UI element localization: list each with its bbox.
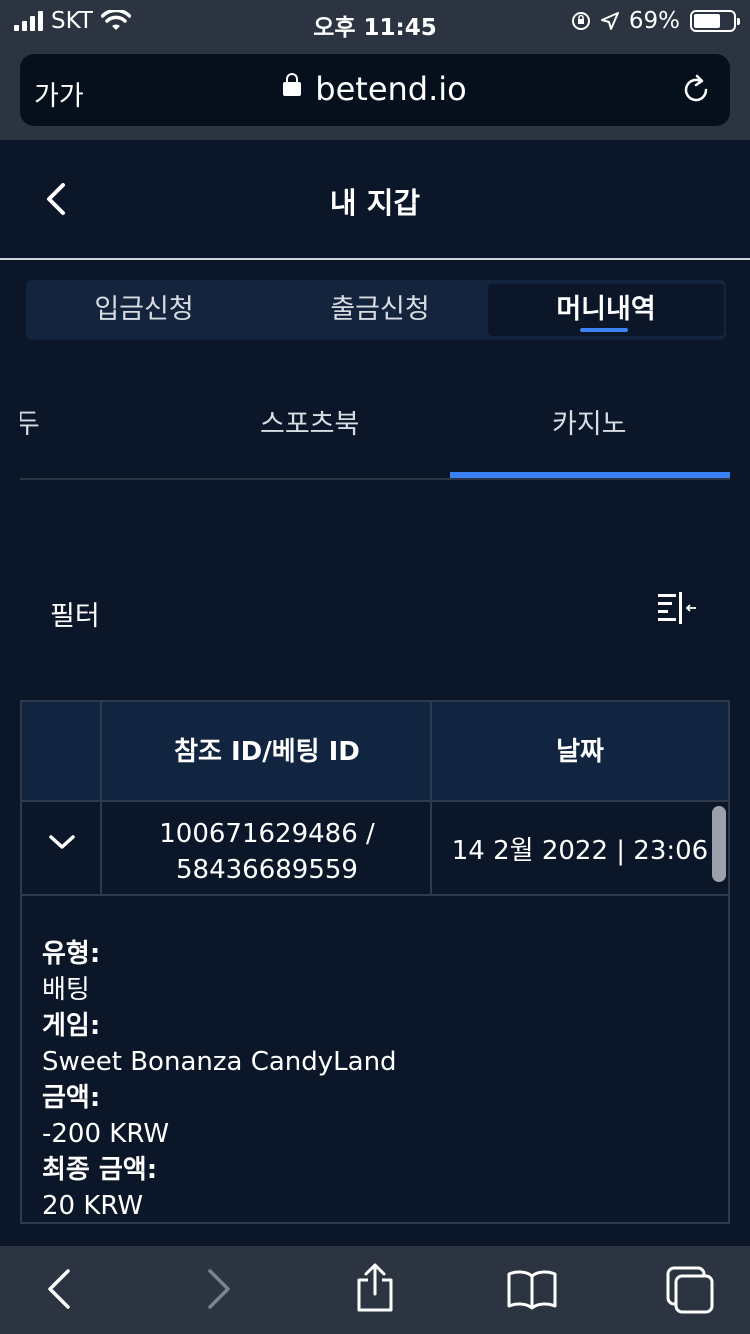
game-label: 게임: xyxy=(42,1011,101,1041)
subtab-casino[interactable]: 카지노 xyxy=(552,402,627,441)
subtab-all[interactable]: 모두 xyxy=(20,402,40,441)
tab-money-history[interactable]: 머니내역 xyxy=(488,284,724,336)
active-tab-indicator xyxy=(580,328,628,332)
filter-collapse-icon[interactable] xyxy=(656,590,700,630)
history-subtabs: 모두 스포츠북 카지노 xyxy=(20,380,730,480)
reload-icon[interactable] xyxy=(680,74,712,106)
subtab-sportsbook[interactable]: 스포츠북 xyxy=(260,402,359,441)
tab-money-history-label: 머니내역 xyxy=(556,294,656,325)
ref-bet-id-cell: 100671629486 / 58436689559 xyxy=(102,816,432,888)
page-title: 내 지갑 xyxy=(329,186,421,220)
browser-toolbar xyxy=(0,1246,750,1334)
final-amount-label: 최종 금액: xyxy=(42,1155,158,1185)
lock-icon xyxy=(283,73,302,96)
row-detail: 유형: 배팅 게임: Sweet Bonanza CandyLand 금액: -… xyxy=(42,936,397,1222)
battery-percent: 69% xyxy=(628,8,680,34)
amount-label: 금액: xyxy=(42,1083,101,1113)
table-header: 참조 ID/베팅 ID 날짜 xyxy=(22,702,728,802)
status-bar: SKT 오후 11:45 69% xyxy=(0,0,750,44)
url-text[interactable]: betend.io xyxy=(315,70,466,108)
amount-value: -200 KRW xyxy=(42,1119,170,1149)
forward-arrow-icon[interactable] xyxy=(206,1268,232,1310)
final-amount-value: 20 KRW xyxy=(42,1191,144,1221)
table-row[interactable]: 100671629486 / 58436689559 14 2월 2022 | … xyxy=(22,802,728,896)
header-expand xyxy=(22,702,102,802)
battery-icon xyxy=(690,10,740,32)
scrollbar[interactable] xyxy=(712,806,726,882)
page-header: 내 지갑 xyxy=(0,140,750,260)
type-label: 유형: xyxy=(42,939,101,969)
date-cell: 14 2월 2022 | 23:06 xyxy=(451,836,709,866)
filter-label[interactable]: 필터 xyxy=(50,594,100,633)
bet-id: 58436689559 xyxy=(176,855,358,885)
chevron-down-icon[interactable] xyxy=(48,832,76,852)
type-value: 배팅 xyxy=(42,975,90,1005)
tab-deposit[interactable]: 입금신청 xyxy=(26,284,262,336)
game-value: Sweet Bonanza CandyLand xyxy=(42,1047,397,1077)
tab-withdraw[interactable]: 출금신청 xyxy=(262,284,498,336)
subtab-active-indicator xyxy=(450,472,730,478)
history-table: 참조 ID/베팅 ID 날짜 100671629486 / 5843668955… xyxy=(20,700,730,1224)
share-icon[interactable] xyxy=(354,1262,396,1314)
orientation-lock-icon xyxy=(571,12,590,30)
url-bar[interactable]: 가가 betend.io xyxy=(20,54,730,126)
ref-id: 100671629486 / xyxy=(159,819,375,849)
back-arrow-icon[interactable] xyxy=(46,1268,72,1310)
header-ref-id: 참조 ID/베팅 ID xyxy=(174,737,360,767)
location-icon xyxy=(600,12,619,30)
browser-chrome: 가가 betend.io xyxy=(0,44,750,140)
tabs-icon[interactable] xyxy=(664,1264,716,1314)
header-date: 날짜 xyxy=(556,737,604,767)
wallet-tabs: 입금신청 출금신청 머니내역 xyxy=(26,280,726,340)
bookmarks-icon[interactable] xyxy=(506,1268,558,1310)
